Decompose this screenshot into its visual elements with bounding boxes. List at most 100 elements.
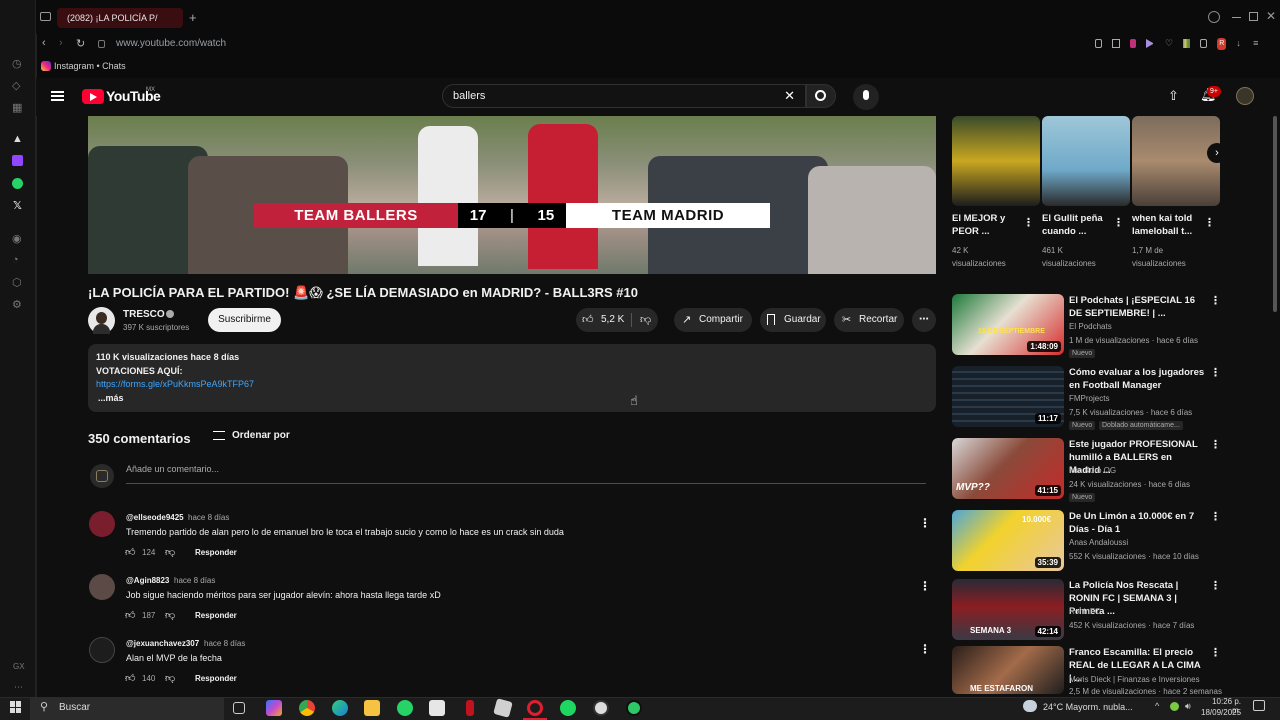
forward-icon[interactable]: › <box>59 37 63 49</box>
close-window-icon[interactable]: ✕ <box>1266 9 1276 23</box>
opera-gx-taskbar-icon[interactable] <box>527 700 543 716</box>
shorts-next-icon[interactable]: › <box>1207 143 1227 163</box>
x-icon[interactable]: 𝕏 <box>13 199 22 212</box>
windows-start-icon[interactable] <box>10 701 22 713</box>
reload-icon[interactable]: ↻ <box>76 37 85 50</box>
xbox-icon[interactable] <box>626 700 642 716</box>
video-thumbnail[interactable]: 11:17 <box>952 366 1064 427</box>
rec-channel[interactable]: Moris Dieck | Finanzas e Inversiones <box>1069 675 1200 684</box>
clip-button[interactable]: ✂ Recortar <box>834 308 904 332</box>
add-comment-input[interactable]: Añade un comentario... <box>126 464 926 484</box>
comment-user[interactable]: @ellseode9425 <box>126 513 184 522</box>
reply-button[interactable]: Responder <box>195 674 237 683</box>
show-more-button[interactable]: ...más <box>98 393 124 403</box>
whatsapp-taskbar-icon[interactable] <box>397 700 413 716</box>
player-side-icon[interactable]: ◉ <box>12 232 22 245</box>
share-button[interactable]: ↗ Compartir <box>674 308 752 332</box>
weather-text[interactable]: 24°C Mayorm. nubla... <box>1043 702 1133 712</box>
search-button[interactable] <box>806 84 836 108</box>
sort-button[interactable]: Ordenar por <box>232 430 290 441</box>
comment-menu-icon[interactable]: ⋮ <box>919 516 931 530</box>
app-red-icon[interactable] <box>466 700 474 716</box>
steam-icon[interactable] <box>593 700 609 716</box>
notification-center-icon[interactable] <box>1253 700 1265 711</box>
comment-menu-icon[interactable]: ⋮ <box>919 642 931 656</box>
tray-chevron-icon[interactable]: ^ <box>1155 701 1159 711</box>
short-menu-icon[interactable]: ⋮ <box>1113 216 1124 229</box>
copilot-icon[interactable] <box>266 700 282 716</box>
short-title[interactable]: El MEJOR y PEOR ... <box>952 212 1022 238</box>
whatsapp-icon[interactable] <box>12 178 23 189</box>
search-box[interactable]: ✕ <box>442 84 806 108</box>
page-scrollbar[interactable] <box>1273 116 1277 312</box>
search-input[interactable] <box>453 90 773 102</box>
weather-icon[interactable] <box>1023 700 1037 712</box>
rec-channel[interactable]: El Podchats <box>1069 322 1112 331</box>
bookmark-instagram[interactable]: Instagram • Chats <box>54 61 126 71</box>
sort-icon[interactable] <box>213 431 225 440</box>
rec-menu-icon[interactable]: ⋮ <box>1210 510 1221 523</box>
clock-icon[interactable]: ◔ <box>12 254 19 266</box>
account-avatar[interactable] <box>1236 87 1254 105</box>
like-icon[interactable]: 👍︎ <box>582 308 594 332</box>
comment-avatar[interactable] <box>89 511 115 537</box>
comment-like-icon[interactable]: 👍︎ <box>125 672 135 684</box>
video-thumbnail[interactable]: SEMANA 3 42:14 <box>952 579 1064 640</box>
spotify-icon[interactable] <box>560 700 576 716</box>
comment-time[interactable]: hace 8 días <box>188 513 229 522</box>
clear-search-icon[interactable]: ✕ <box>784 88 795 104</box>
extension-icon[interactable] <box>1183 39 1190 48</box>
comment-menu-icon[interactable]: ⋮ <box>919 579 931 593</box>
minimize-icon[interactable] <box>1232 17 1241 18</box>
comment-avatar[interactable] <box>89 637 115 663</box>
comment-dislike-icon[interactable]: 👎︎ <box>165 546 175 558</box>
history-icon[interactable]: ◷ <box>12 57 22 70</box>
rec-menu-icon[interactable]: ⋮ <box>1210 579 1221 592</box>
rec-channel[interactable]: FMProjects <box>1069 394 1109 403</box>
description-link[interactable]: https://forms.gle/xPuKkmsPeA9kTFP67 <box>96 379 254 389</box>
upload-icon[interactable]: ⇧ <box>1168 88 1179 104</box>
player-icon[interactable] <box>1146 39 1155 48</box>
comment-avatar[interactable] <box>89 574 115 600</box>
rec-menu-icon[interactable]: ⋮ <box>1210 438 1221 451</box>
rec-title[interactable]: De Un Limón a 10.000€ en 7 Días - Día 1 <box>1069 510 1205 536</box>
comment-user[interactable]: @jexuanchavez307 <box>126 639 199 648</box>
video-thumbnail[interactable]: 16 DE SEPTIEMBRE 1:48:09 <box>952 294 1064 355</box>
shield-icon[interactable] <box>1129 39 1137 48</box>
edge-icon[interactable] <box>332 700 348 716</box>
rec-title[interactable]: El Podchats | ¡ESPECIAL 16 DE SEPTIEMBRE… <box>1069 294 1205 320</box>
rec-title[interactable]: Cómo evaluar a los jugadores en Football… <box>1069 366 1205 392</box>
dislike-icon[interactable]: 👎︎ <box>640 308 651 332</box>
tabs-icon[interactable]: ▦ <box>12 101 22 114</box>
download-icon[interactable] <box>1095 39 1103 48</box>
puzzle-icon[interactable] <box>1199 39 1208 48</box>
save-button[interactable]: Guardar <box>760 308 826 332</box>
more-actions-button[interactable]: ⋯ <box>912 308 936 332</box>
browser-search-icon[interactable] <box>1208 11 1220 23</box>
comment-dislike-icon[interactable]: 👎︎ <box>165 672 175 684</box>
voice-search-button[interactable] <box>853 84 879 110</box>
explorer-icon[interactable] <box>364 700 380 716</box>
task-view-icon[interactable] <box>233 702 245 714</box>
comment-like-icon[interactable]: 👍︎ <box>125 546 135 558</box>
reply-button[interactable]: Responder <box>195 548 237 557</box>
comment-dislike-icon[interactable]: 👎︎ <box>165 609 175 621</box>
like-count[interactable]: 5,2 K <box>601 308 624 332</box>
channel-name[interactable]: TRESCO <box>123 309 165 320</box>
tab-menu-icon[interactable] <box>40 12 51 21</box>
rec-menu-icon[interactable]: ⋮ <box>1210 294 1221 307</box>
rec-channel[interactable]: Anas Andaloussi <box>1069 538 1128 547</box>
short-menu-icon[interactable]: ⋮ <box>1023 216 1034 229</box>
store-icon[interactable] <box>429 700 445 716</box>
gx-icon[interactable]: GX <box>13 662 25 671</box>
short-menu-icon[interactable]: ⋮ <box>1204 216 1215 229</box>
maximize-icon[interactable] <box>1249 12 1258 21</box>
more-sidebar-icon[interactable]: ⋯ <box>14 682 23 693</box>
rec-channel[interactable]: RoninFC <box>1069 607 1101 616</box>
aria-icon[interactable]: ◇ <box>12 79 20 92</box>
comment-time[interactable]: hace 8 días <box>174 576 215 585</box>
video-thumbnail[interactable]: ME ESTAFARON <box>952 646 1064 694</box>
speaker-icon[interactable]: 🔊︎ <box>1185 701 1191 712</box>
video-thumbnail[interactable]: 10.000€ 35:39 <box>952 510 1064 571</box>
settings-icon[interactable]: ⚙ <box>12 298 22 311</box>
